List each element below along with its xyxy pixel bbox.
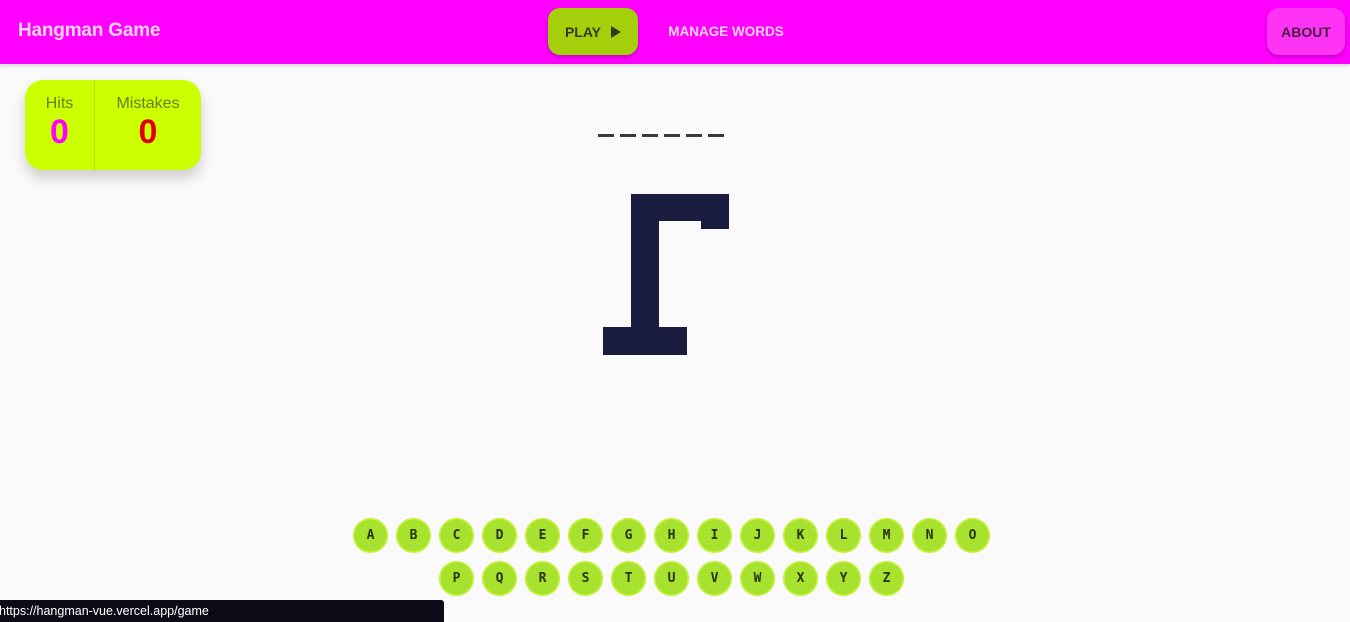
- letter-key-z[interactable]: Z: [869, 561, 904, 596]
- letter-key-c[interactable]: C: [439, 518, 474, 553]
- letter-key-t[interactable]: T: [611, 561, 646, 596]
- letter-key-n[interactable]: N: [912, 518, 947, 553]
- letter-key-k[interactable]: K: [783, 518, 818, 553]
- play-button[interactable]: PLAY: [548, 8, 638, 55]
- word-letter-slot: [686, 104, 702, 137]
- word-letter-slot: [620, 104, 636, 137]
- manage-words-button[interactable]: MANAGE WORDS: [662, 8, 790, 55]
- letter-key-o[interactable]: O: [955, 518, 990, 553]
- letter-key-l[interactable]: L: [826, 518, 861, 553]
- letter-key-f[interactable]: F: [568, 518, 603, 553]
- hits-label: Hits: [45, 95, 74, 112]
- letter-key-e[interactable]: E: [525, 518, 560, 553]
- letter-key-p[interactable]: P: [439, 561, 474, 596]
- letter-key-a[interactable]: A: [353, 518, 388, 553]
- app-title: Hangman Game: [18, 20, 161, 41]
- hits-value: 0: [50, 113, 69, 151]
- word-letter-slot: [664, 104, 680, 137]
- play-button-label: PLAY: [564, 23, 602, 40]
- word-letter-slot: [708, 104, 724, 137]
- play-icon: [611, 25, 622, 38]
- mistakes-value: 0: [138, 113, 158, 151]
- hits-counter: Hits 0: [25, 80, 95, 170]
- letter-key-w[interactable]: W: [740, 561, 775, 596]
- about-button[interactable]: ABOUT: [1267, 8, 1345, 55]
- word-letter-slot: [598, 104, 614, 137]
- hidden-word: [598, 104, 724, 137]
- letter-key-j[interactable]: J: [740, 518, 775, 553]
- letter-key-u[interactable]: U: [654, 561, 689, 596]
- letter-key-x[interactable]: X: [783, 561, 818, 596]
- letter-key-y[interactable]: Y: [826, 561, 861, 596]
- mistakes-label: Mistakes: [116, 95, 180, 112]
- letter-key-m[interactable]: M: [869, 518, 904, 553]
- app: Hangman Game PLAY MANAGE WORDS ABOUT Hit…: [0, 0, 1350, 622]
- status-url: https://hangman-vue.vercel.app/game: [0, 604, 209, 618]
- score-card: Hits 0 Mistakes 0: [25, 80, 201, 170]
- keyboard-row-1: ABCDEFGHIJKLMNO: [353, 518, 990, 553]
- top-app-bar: Hangman Game PLAY MANAGE WORDS ABOUT: [0, 0, 1350, 64]
- mistakes-counter: Mistakes 0: [95, 80, 201, 170]
- letter-key-g[interactable]: G: [611, 518, 646, 553]
- letter-key-i[interactable]: I: [697, 518, 732, 553]
- letter-key-v[interactable]: V: [697, 561, 732, 596]
- letter-key-h[interactable]: H: [654, 518, 689, 553]
- letter-key-b[interactable]: B: [396, 518, 431, 553]
- keyboard-row-2: PQRSTUVWXYZ: [439, 561, 904, 596]
- word-letter-slot: [642, 104, 658, 137]
- letter-key-r[interactable]: R: [525, 561, 560, 596]
- gallows-rope: [701, 194, 729, 229]
- browser-status-bar: https://hangman-vue.vercel.app/game: [0, 600, 444, 622]
- letter-key-s[interactable]: S: [568, 561, 603, 596]
- letter-key-d[interactable]: D: [482, 518, 517, 553]
- letter-key-q[interactable]: Q: [482, 561, 517, 596]
- gallows-drawing: [603, 194, 729, 355]
